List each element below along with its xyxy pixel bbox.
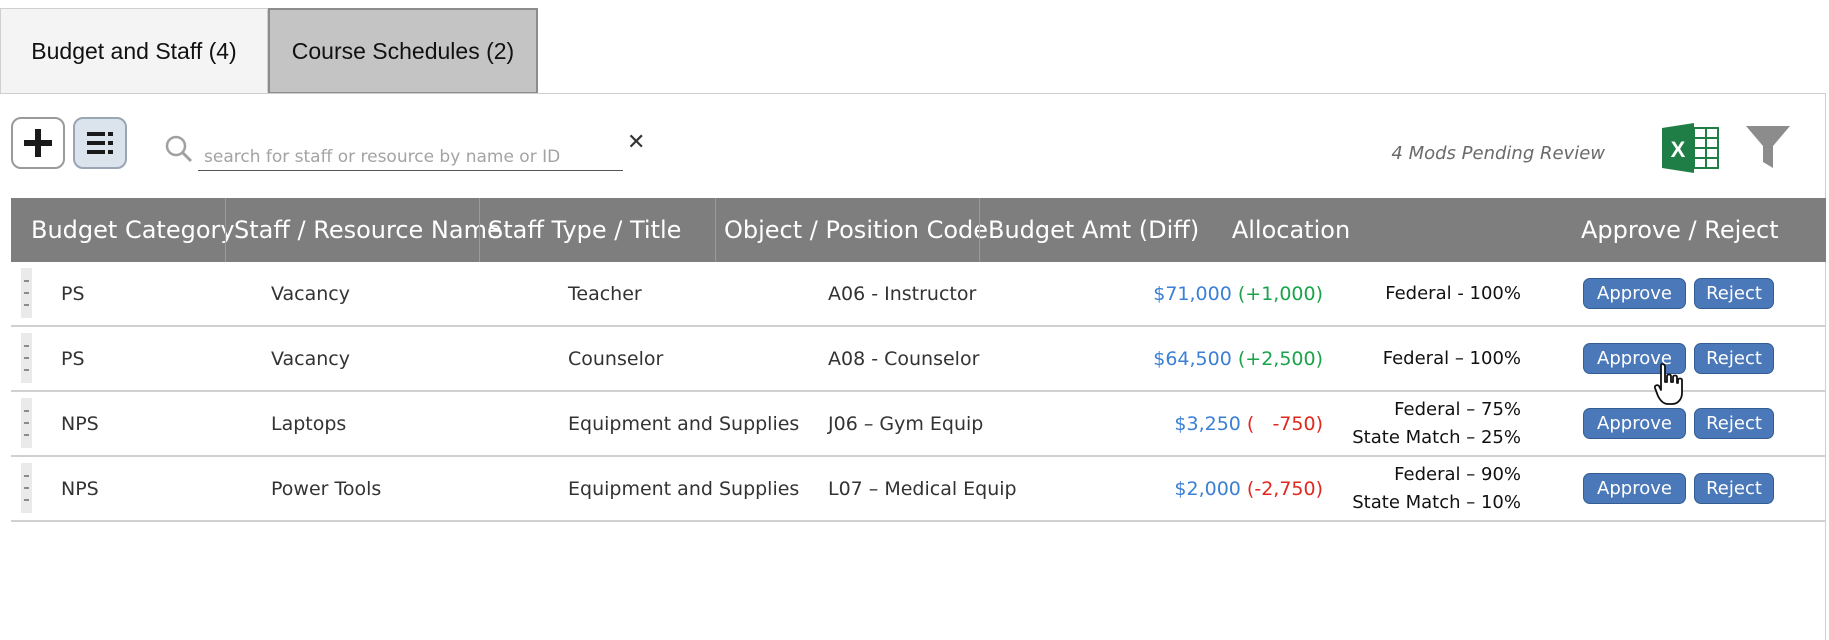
allocation-line: State Match – 25% [1352,426,1521,448]
excel-letter: X [1671,137,1686,162]
tab-course-schedules[interactable]: Course Schedules (2) [268,8,538,94]
reject-button[interactable]: Reject [1694,408,1774,439]
approve-button[interactable]: Approve [1583,473,1686,504]
cell-type: Equipment and Supplies [568,477,800,500]
table-row: NPS Laptops Equipment and Supplies J06 –… [11,392,1826,457]
header-allocation[interactable]: Allocation [1171,198,1411,262]
amount-value: $64,500 [1153,347,1232,370]
reject-button[interactable]: Reject [1694,473,1774,504]
cell-amount: $3,250 ( -750) [1101,392,1323,455]
cell-allocation: Federal – 90% State Match – 10% [1293,457,1521,520]
allocation-line: State Match – 10% [1352,491,1521,513]
table-header: Budget Category Staff / Resource Name St… [11,198,1826,262]
cell-category: NPS [61,412,99,435]
approve-button[interactable]: Approve [1583,408,1686,439]
cell-name: Vacancy [271,282,350,305]
cell-type: Teacher [568,282,642,305]
search-field [198,138,623,171]
approve-button[interactable]: Approve [1583,278,1686,309]
close-icon[interactable]: ✕ [627,132,645,154]
cell-name: Laptops [271,412,347,435]
cell-amount: $64,500 (+2,500) [1101,327,1323,390]
header-staff-resource-name[interactable]: Staff / Resource Name [225,198,502,262]
cell-name: Vacancy [271,347,350,370]
reject-button[interactable]: Reject [1694,278,1774,309]
cell-amount: $2,000 (-2,750) [1101,457,1323,520]
cell-allocation: Federal – 75% State Match – 25% [1293,392,1521,455]
list-icon [87,132,113,154]
add-button[interactable] [11,117,65,169]
tab-budget-and-staff[interactable]: Budget and Staff (4) [0,8,268,94]
allocation-line: Federal - 100% [1385,282,1521,304]
table-row: PS Vacancy Teacher A06 - Instructor $71,… [11,262,1826,327]
pending-review-status: 4 Mods Pending Review [1391,143,1605,164]
cell-code: A06 - Instructor [828,282,977,305]
cell-code: A08 - Counselor [828,347,980,370]
cell-category: PS [61,282,85,305]
header-budget-category[interactable]: Budget Category [31,198,235,262]
plus-icon [24,129,52,157]
table-row: PS Vacancy Counselor A08 - Counselor $64… [11,327,1826,392]
budget-table: Budget Category Staff / Resource Name St… [11,198,1826,522]
amount-value: $71,000 [1153,282,1232,305]
list-view-button[interactable] [73,117,127,169]
hand-pointer-icon [1654,363,1683,405]
cell-type: Equipment and Supplies [568,412,800,435]
cell-name: Power Tools [271,477,382,500]
allocation-line: Federal – 100% [1382,347,1521,369]
header-staff-type-title[interactable]: Staff Type / Title [479,198,681,262]
filter-icon[interactable] [1744,122,1792,172]
cell-type: Counselor [568,347,664,370]
cell-code: J06 – Gym Equip [828,412,984,435]
excel-icon[interactable]: X [1660,122,1722,174]
cell-code: L07 – Medical Equip [828,477,1017,500]
cell-category: PS [61,347,85,370]
amount-value: $3,250 [1174,412,1241,435]
cell-amount: $71,000 (+1,000) [1101,262,1323,325]
amount-value: $2,000 [1174,477,1241,500]
reject-button[interactable]: Reject [1694,343,1774,374]
drag-handle-icon[interactable] [21,268,32,318]
drag-handle-icon[interactable] [21,398,32,448]
drag-handle-icon[interactable] [21,333,32,383]
cell-category: NPS [61,477,99,500]
drag-handle-icon[interactable] [21,463,32,513]
search-input[interactable] [198,138,623,168]
cell-allocation: Federal – 100% [1293,327,1521,390]
header-budget-amount[interactable]: Budget Amt (Diff) [979,198,1199,262]
header-object-position-code[interactable]: Object / Position Code [715,198,988,262]
header-approve-reject: Approve / Reject [1581,216,1779,244]
allocation-line: Federal – 90% [1394,463,1521,485]
search-icon [165,135,193,163]
cell-allocation: Federal - 100% [1293,262,1521,325]
table-row: NPS Power Tools Equipment and Supplies L… [11,457,1826,522]
allocation-line: Federal – 75% [1394,398,1521,420]
